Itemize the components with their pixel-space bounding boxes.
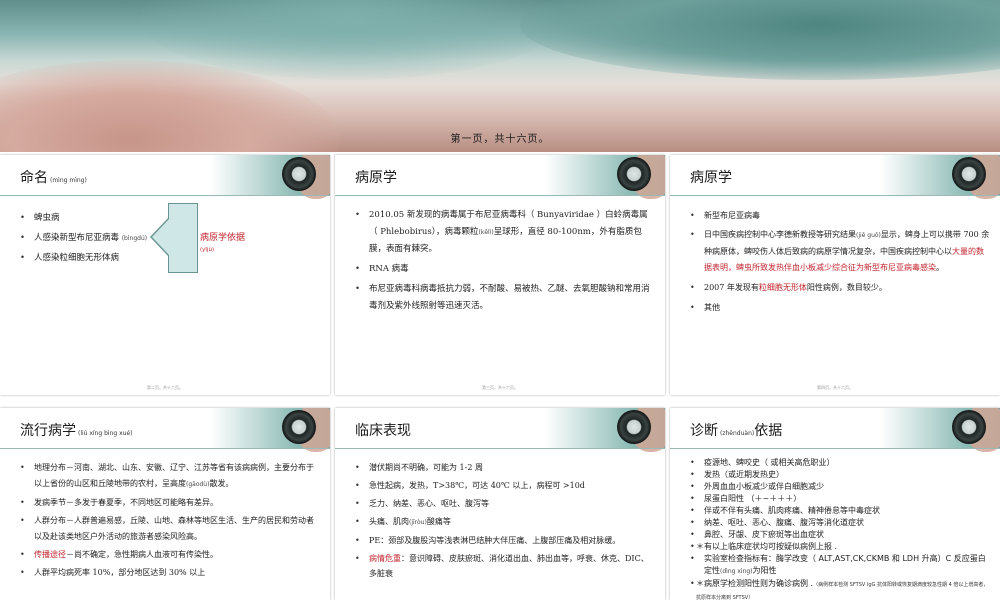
hero-banner: 第一页，共十六页。	[0, 0, 1000, 152]
slide-title: 病原学	[355, 170, 397, 186]
list-item: 头痛、肌肉(jīròu)酸痛等	[355, 514, 655, 530]
list-item: 病情危重：意识障碍、皮肤瘀斑、消化道出血、肺出血等，呼衰、休克、DIC、多脏衰	[355, 551, 655, 581]
bullet-list: 新型布尼亚病毒 日中国疾病控制中心李德新教授等研究结果(jiē guǒ)显示，蜱…	[690, 207, 990, 319]
list-item: 乏力、纳差、恶心、呕吐、腹泻等	[355, 496, 655, 511]
list-item: 疫源地、蜱咬史（ 或相关高危职业）	[690, 457, 990, 469]
bullet-list: 地理分布－河南、湖北、山东、安徽、辽宁、江苏等省有该病病例，主要分布于以上省份的…	[20, 460, 320, 584]
slide-header: 命名 (mìng mìng)	[0, 155, 330, 199]
slide-footer: 第二页，共十六页。	[147, 385, 183, 390]
list-item: 实验室检查指标有：酶学改变（ ALT,AST,CK,CKMB 和 LDH 升高）…	[690, 553, 990, 578]
header-divider	[670, 448, 1000, 449]
list-item: 布尼亚病毒科病毒抵抗力弱，不耐酸、易被热、乙醚、去氧胆酸钠和常用消毒剂及紫外线照…	[355, 281, 655, 315]
list-item: 新型布尼亚病毒	[690, 207, 990, 224]
slide-footer: 第四页，共十六页。	[817, 385, 853, 390]
slide-thumbnail-etiology[interactable]: 病原学 2010.05 新发现的病毒属于布尼亚病毒科（ Bunyaviridae…	[335, 155, 665, 395]
stethoscope-header-image	[545, 408, 665, 452]
header-divider	[335, 195, 665, 196]
list-item: 潜伏期尚不明确，可能为 1-2 周	[355, 460, 655, 475]
stethoscope-header-image	[545, 155, 665, 199]
list-item: 日中国疾病控制中心李德新教授等研究结果(jiē guǒ)显示，蜱身上可以携带 7…	[690, 227, 990, 276]
bullet-list: 2010.05 新发现的病毒属于布尼亚病毒科（ Bunyaviridae ）白蛉…	[355, 207, 655, 318]
slide-header: 诊断 (zhěnduàn)依据	[670, 408, 1000, 452]
bullet-list: 疫源地、蜱咬史（ 或相关高危职业） 发热（或近期发热史） 外周血血小板减少或伴白…	[690, 457, 990, 600]
list-item: 人群平均病死率 10%，部分地区达到 30% 以上	[20, 565, 320, 581]
slide-title: 病原学	[690, 170, 732, 186]
header-divider	[670, 195, 1000, 196]
list-item: 地理分布－河南、湖北、山东、安徽、辽宁、江苏等省有该病病例，主要分布于以上省份的…	[20, 460, 320, 493]
stethoscope-header-image	[210, 155, 330, 199]
stethoscope-header-image	[880, 155, 1000, 199]
slide-header: 流行病学 (liú xíng bìng xué)	[0, 408, 330, 452]
list-item: 其他	[690, 299, 990, 316]
slide-footer: 第三页，共十六页。	[482, 385, 518, 390]
slide-title: 临床表现	[355, 423, 411, 439]
hero-image-scrubs	[520, 0, 1000, 80]
callout-box	[168, 203, 198, 273]
note-suspected-case: ＊有以上临床症状均可按疑似病例上报 .	[690, 541, 990, 553]
list-item: PE：颈部及腹股沟等浅表淋巴结肿大伴压痛、上腹部压痛及相对脉缓。	[355, 533, 655, 548]
list-item: 鼻腔、牙龈、皮下瘀斑等出血症状	[690, 529, 990, 541]
list-item: 纳差、呕吐、恶心、腹痛、腹泻等消化道症状	[690, 517, 990, 529]
list-item: 伴或不伴有头痛、肌肉疼痛、精神倦怠等中毒症状	[690, 505, 990, 517]
slide-title: 流行病学 (liú xíng bìng xué)	[20, 423, 133, 439]
list-item: RNA 病毒	[355, 261, 655, 278]
header-divider	[0, 195, 330, 196]
list-item: 2007 年发现有粒细胞无形体阳性病例，数目较少。	[690, 279, 990, 296]
slide-thumbnail-etiology-2[interactable]: 病原学 新型布尼亚病毒 日中国疾病控制中心李德新教授等研究结果(jiē guǒ)…	[670, 155, 1000, 395]
slide-thumbnail-naming[interactable]: 命名(mìng mìng) 蜱虫病 人感染新型布尼亚病毒 (bìngdú) 人感…	[0, 155, 330, 395]
list-item: 传播途径－尚不确定，急性期病人血液可有传染性。	[20, 547, 320, 563]
hero-page-caption: 第一页，共十六页。	[450, 134, 550, 145]
slide-header: 临床表现	[335, 408, 665, 452]
note-confirmed-case: ＊病原学检测阳性则为确诊病例 .（病例样本检测 SFTSV IgG 抗体阳转或恢…	[690, 578, 990, 600]
stethoscope-header-image	[880, 408, 1000, 452]
header-divider	[335, 448, 665, 449]
list-item: 发病季节－多发于春夏季，不同地区可能略有差异。	[20, 495, 320, 511]
list-item: 2010.05 新发现的病毒属于布尼亚病毒科（ Bunyaviridae ）白蛉…	[355, 207, 655, 258]
slide-title: 命名 (mìng mìng)	[20, 170, 87, 186]
list-item: 人群分布－人群普遍易感，丘陵、山地、森林等地区生活、生产的居民和劳动者以及赴该类…	[20, 513, 320, 545]
slide-thumbnail-diagnosis[interactable]: 诊断(zhěnduàn)依据 疫源地、蜱咬史（ 或相关高危职业） 发热（或近期发…	[670, 408, 1000, 600]
list-item: 外周血血小板减少或伴白细胞减少	[690, 481, 990, 493]
stethoscope-header-image	[210, 408, 330, 452]
callout-label: 病原学依据 (yījù)	[200, 233, 246, 253]
bullet-list: 潜伏期尚不明确，可能为 1-2 周 急性起病，发热，T>38℃，可达 40℃ 以…	[355, 460, 655, 584]
slide-header: 病原学	[335, 155, 665, 199]
slide-thumbnail-epidemiology[interactable]: 流行病学(liú xíng bìng xué) 地理分布－河南、湖北、山东、安徽…	[0, 408, 330, 600]
slide-thumbnail-clinical[interactable]: 临床表现 潜伏期尚不明确，可能为 1-2 周 急性起病，发热，T>38℃，可达 …	[335, 408, 665, 600]
list-item: 发热（或近期发热史）	[690, 469, 990, 481]
list-item: 尿蛋白阳性 （＋~＋＋＋）	[690, 493, 990, 505]
list-item: 急性起病，发热，T>38℃，可达 40℃ 以上，病程可 >10d	[355, 478, 655, 493]
slide-header: 病原学	[670, 155, 1000, 199]
slide-title: 诊断 (zhěnduàn)依据	[690, 423, 783, 439]
header-divider	[0, 448, 330, 449]
